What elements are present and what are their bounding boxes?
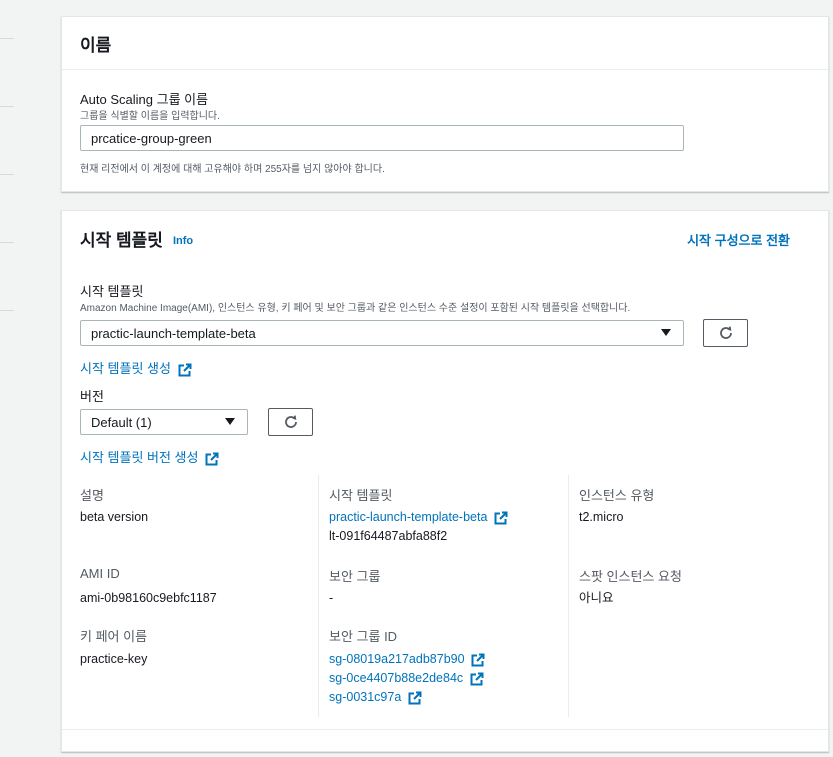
column-divider: [318, 475, 319, 717]
launch-template-panel: 시작 템플릿 Info 시작 구성으로 전환 시작 템플릿 Amazon Mac…: [61, 210, 829, 752]
external-link-icon: [205, 452, 219, 466]
security-group-id: sg-0ce4407b88e2de84c: [329, 671, 464, 685]
version-selected: Default (1): [91, 414, 152, 430]
panel-footer-divider: [62, 729, 828, 730]
security-group-id-link[interactable]: sg-0031c97a: [329, 688, 422, 707]
version-label: 버전: [80, 389, 104, 404]
launch-template-id: lt-091f64487abfa88f2: [329, 529, 448, 543]
sidebar-divider: [0, 242, 14, 243]
sidebar-divider: [0, 310, 14, 311]
instance-type-label: 인스턴스 유형: [579, 488, 655, 503]
instance-type-value: t2.micro: [579, 510, 624, 524]
external-link-icon: [408, 691, 422, 705]
launch-template-detail-link[interactable]: practic-launch-template-beta: [329, 508, 508, 527]
key-pair-label: 키 페어 이름: [80, 629, 148, 644]
launch-template-label: 시작 템플릿: [80, 284, 144, 299]
launch-template-detail-label: 시작 템플릿: [329, 488, 393, 503]
launch-template-select[interactable]: practic-launch-template-beta: [80, 320, 684, 346]
ami-id-value: ami-0b98160c9ebfc1187: [80, 591, 217, 605]
version-select[interactable]: Default (1): [80, 409, 248, 435]
name-panel-header: 이름: [62, 17, 828, 70]
security-group-id: sg-08019a217adb87b90: [329, 652, 465, 666]
key-pair-value: practice-key: [80, 652, 148, 666]
group-name-input[interactable]: prcatice-group-green: [80, 125, 684, 151]
launch-template-title: 시작 템플릿: [80, 231, 163, 250]
external-link-icon: [470, 672, 484, 686]
chevron-down-icon: [225, 418, 235, 425]
security-group-id-link[interactable]: sg-0ce4407b88e2de84c: [329, 669, 484, 688]
name-panel-title: 이름: [80, 35, 112, 55]
launch-template-description: Amazon Machine Image(AMI), 인스턴스 유형, 키 페어…: [80, 303, 631, 314]
create-template-version-label: 시작 템플릿 버전 생성: [80, 450, 199, 465]
refresh-templates-button[interactable]: [703, 319, 748, 347]
column-divider: [568, 475, 569, 717]
group-name-description: 그룹을 식별할 이름을 입력합니다.: [80, 111, 220, 122]
external-link-icon: [494, 511, 508, 525]
create-template-version-link[interactable]: 시작 템플릿 버전 생성: [80, 447, 219, 466]
description-value: beta version: [80, 510, 149, 524]
name-panel: 이름 Auto Scaling 그룹 이름 그룹을 식별할 이름을 입력합니다.…: [61, 16, 829, 192]
refresh-icon: [284, 415, 297, 428]
refresh-icon: [719, 326, 732, 339]
security-group-value: -: [329, 591, 334, 605]
group-name-label: Auto Scaling 그룹 이름: [80, 92, 209, 107]
chevron-down-icon: [661, 329, 671, 336]
security-group-id-label: 보안 그룹 ID: [329, 629, 398, 644]
refresh-versions-button[interactable]: [268, 408, 313, 436]
spot-request-label: 스팟 인스턴스 요청: [579, 569, 682, 584]
external-link-icon: [178, 363, 192, 377]
security-group-label: 보안 그룹: [329, 569, 381, 584]
security-group-id: sg-0031c97a: [329, 690, 402, 704]
spot-request-value: 아니요: [579, 591, 614, 605]
sidebar-divider: [0, 106, 14, 107]
create-launch-template-link[interactable]: 시작 템플릿 생성: [80, 358, 192, 377]
info-link[interactable]: Info: [173, 235, 193, 247]
sidebar-divider: [0, 38, 14, 39]
create-launch-template-label: 시작 템플릿 생성: [80, 361, 171, 376]
switch-to-launch-config-link[interactable]: 시작 구성으로 전환: [687, 230, 790, 249]
security-group-id-link[interactable]: sg-08019a217adb87b90: [329, 650, 485, 669]
description-label: 설명: [80, 488, 104, 503]
sidebar-divider: [0, 174, 14, 175]
group-name-value: prcatice-group-green: [91, 130, 212, 146]
launch-template-detail-name: practic-launch-template-beta: [329, 510, 488, 524]
launch-template-selected: practic-launch-template-beta: [91, 325, 256, 341]
group-name-constraint: 현재 리전에서 이 계정에 대해 고유해야 하며 255자를 넘지 않아야 합니…: [80, 164, 385, 175]
ami-id-label: AMI ID: [80, 566, 120, 581]
external-link-icon: [471, 653, 485, 667]
